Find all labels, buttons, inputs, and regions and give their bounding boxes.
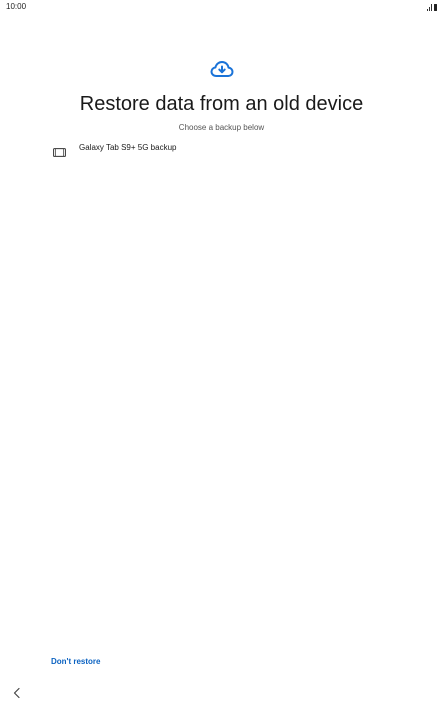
signal-icon xyxy=(427,4,432,11)
status-bar: 10:00 xyxy=(0,0,443,14)
backup-item-galaxy-tab[interactable]: Galaxy Tab S9+ 5G backup xyxy=(50,139,390,163)
status-icons xyxy=(427,2,437,11)
back-chevron-icon[interactable] xyxy=(10,686,24,700)
dont-restore-button[interactable]: Don't restore xyxy=(51,657,100,666)
page-title: Restore data from an old device xyxy=(79,93,364,115)
status-time: 10:00 xyxy=(6,2,27,11)
backup-item-label: Galaxy Tab S9+ 5G backup xyxy=(79,143,177,152)
page-subtitle: Choose a backup below xyxy=(178,123,265,132)
tablet-icon xyxy=(53,148,66,157)
battery-icon xyxy=(434,4,437,11)
cloud-download-icon xyxy=(210,61,234,77)
